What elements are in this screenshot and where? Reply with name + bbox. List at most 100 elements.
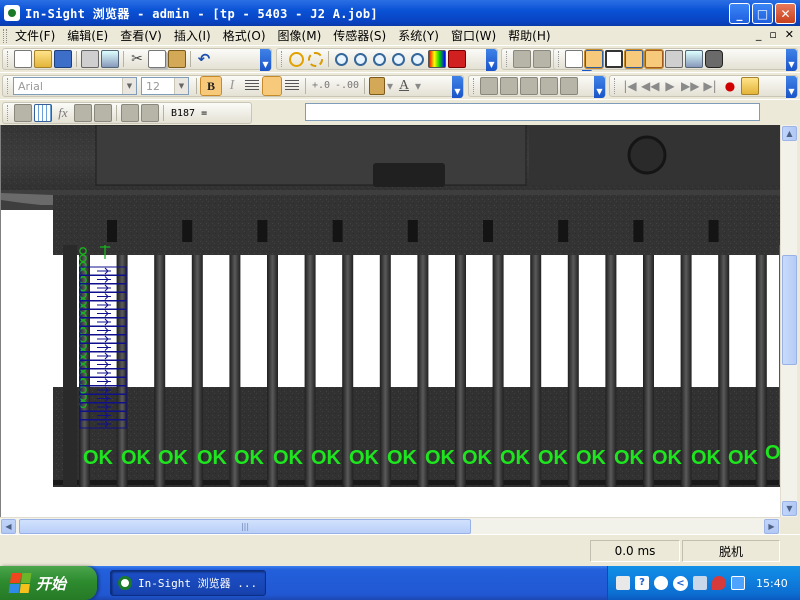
horizontal-scrollbar[interactable]: ◀ ||| ▶: [0, 517, 780, 534]
print-preview-icon[interactable]: [101, 50, 119, 68]
menu-file[interactable]: 文件(F): [9, 27, 61, 44]
copy-icon[interactable]: [148, 50, 166, 68]
increase-decimal-button[interactable]: +.0: [310, 77, 332, 95]
mdi-restore-button[interactable]: ▫: [769, 28, 776, 41]
menu-edit[interactable]: 编辑(E): [61, 27, 114, 44]
formula-input[interactable]: [305, 103, 760, 121]
font-size-select[interactable]: 12 ▼: [141, 77, 189, 95]
zoom-fit-icon[interactable]: [373, 52, 386, 66]
undo-icon[interactable]: ↶: [195, 50, 213, 68]
paste-icon[interactable]: [168, 50, 186, 68]
help-icon[interactable]: ?: [635, 576, 649, 590]
align-left-icon[interactable]: [243, 77, 261, 95]
info-icon[interactable]: [654, 576, 668, 590]
keyboard-icon[interactable]: [616, 576, 630, 590]
toolbar-grip[interactable]: [473, 78, 476, 94]
toolbar-grip[interactable]: [281, 51, 284, 67]
menu-image[interactable]: 图像(M): [272, 27, 328, 44]
spreadsheet-edit-icon[interactable]: [565, 50, 583, 68]
open-folder-icon[interactable]: [34, 50, 52, 68]
network-icon[interactable]: [685, 50, 703, 68]
align-center-icon[interactable]: [262, 76, 282, 96]
mdi-close-button[interactable]: ✕: [785, 28, 794, 41]
stats-tool-icon[interactable]: [560, 77, 578, 95]
dependency-tool-icon[interactable]: [520, 77, 538, 95]
menu-sensor[interactable]: 传感器(S): [327, 27, 392, 44]
toolbar-grip[interactable]: [7, 105, 10, 121]
menu-view[interactable]: 查看(V): [114, 27, 168, 44]
zoom-actual-icon[interactable]: [411, 52, 424, 66]
tray-expand-button[interactable]: <: [673, 575, 688, 591]
toolbar-overflow-chevron[interactable]: ▼: [786, 49, 797, 71]
insight-app-icon[interactable]: [4, 5, 20, 21]
trigger-icon[interactable]: [308, 51, 323, 67]
toolbar-overflow-chevron[interactable]: ▼: [786, 76, 797, 98]
scroll-up-arrow[interactable]: ▲: [782, 126, 797, 141]
font-name-select[interactable]: Arial ▼: [13, 77, 137, 95]
start-button[interactable]: 开始: [0, 566, 97, 600]
scroll-right-arrow[interactable]: ▶: [764, 519, 779, 534]
menu-window[interactable]: 窗口(W): [445, 27, 502, 44]
toolbar-overflow-chevron[interactable]: ▼: [486, 49, 497, 71]
snippet-icon[interactable]: [74, 104, 92, 122]
chevron-down-icon[interactable]: ▾: [386, 77, 394, 95]
menu-format[interactable]: 格式(O): [217, 27, 272, 44]
record-image-icon[interactable]: [448, 50, 466, 68]
vertical-scrollbar[interactable]: ▲ ▼: [780, 125, 797, 517]
graphics-show-icon[interactable]: [513, 50, 531, 68]
rewind-icon[interactable]: ◀◀: [641, 77, 659, 95]
font-color-button[interactable]: A: [395, 77, 413, 95]
zoom-in-icon[interactable]: [335, 52, 348, 66]
maximize-button[interactable]: □: [752, 3, 773, 24]
chevron-down-icon[interactable]: ▾: [414, 77, 422, 95]
online-icon[interactable]: [289, 51, 304, 67]
toolbar-grip[interactable]: [7, 78, 10, 94]
chevron-down-icon[interactable]: ▼: [174, 78, 188, 94]
zoom-fill-icon[interactable]: [392, 52, 405, 66]
horizontal-scroll-thumb[interactable]: |||: [19, 519, 471, 534]
property-tool-icon[interactable]: [540, 77, 558, 95]
play-icon[interactable]: ▶: [661, 77, 679, 95]
camera-icon[interactable]: [705, 50, 723, 68]
sensor-icon[interactable]: [665, 50, 683, 68]
spreadsheet-view-icon[interactable]: [584, 49, 604, 69]
image-tool-icon[interactable]: [94, 104, 112, 122]
table-format-icon[interactable]: [34, 104, 52, 122]
record-icon[interactable]: ●: [721, 77, 739, 95]
graphics-hide-icon[interactable]: [533, 50, 551, 68]
scroll-left-arrow[interactable]: ◀: [1, 519, 16, 534]
italic-button[interactable]: I: [223, 77, 241, 95]
close-button[interactable]: ✕: [775, 3, 796, 24]
new-file-icon[interactable]: [14, 50, 32, 68]
save-icon[interactable]: [54, 50, 72, 68]
menu-insert[interactable]: 插入(I): [168, 27, 217, 44]
menu-system[interactable]: 系统(Y): [392, 27, 445, 44]
image-viewport[interactable]: OK OK OK OK OK OK OK OK OK OK OK OK OK OK OK OK OK OK O: [0, 125, 780, 517]
custom-view-icon[interactable]: [644, 49, 664, 69]
bold-button[interactable]: B: [200, 76, 222, 96]
currency-format-icon[interactable]: [14, 104, 32, 122]
minimize-button[interactable]: _: [729, 3, 750, 24]
align-right-icon[interactable]: [283, 77, 301, 95]
image-color-icon[interactable]: [428, 50, 446, 68]
vertical-scroll-thumb[interactable]: [782, 255, 797, 365]
toolbar-grip[interactable]: [614, 78, 617, 94]
scroll-down-arrow[interactable]: ▼: [782, 501, 797, 516]
decrease-decimal-button[interactable]: -.00: [334, 77, 360, 95]
security-shield-icon[interactable]: [712, 576, 726, 590]
fast-forward-icon[interactable]: ▶▶: [681, 77, 699, 95]
menu-grip[interactable]: [3, 28, 7, 43]
chevron-down-icon[interactable]: ▼: [122, 78, 136, 94]
zoom-out-icon[interactable]: [354, 52, 367, 66]
first-frame-icon[interactable]: |◀: [621, 77, 639, 95]
menu-help[interactable]: 帮助(H): [502, 27, 556, 44]
insert-function-button[interactable]: fx: [54, 104, 72, 122]
image-view-icon[interactable]: [605, 50, 623, 68]
toolbar-grip[interactable]: [558, 51, 561, 67]
spreadsheet-overlay-icon[interactable]: [624, 49, 644, 69]
toolbar-overflow-chevron[interactable]: ▼: [260, 49, 271, 71]
display-icon[interactable]: [731, 576, 745, 590]
mdi-minimize-button[interactable]: _: [756, 28, 762, 41]
button-insert-icon[interactable]: [141, 104, 159, 122]
network-icon[interactable]: [693, 576, 707, 590]
